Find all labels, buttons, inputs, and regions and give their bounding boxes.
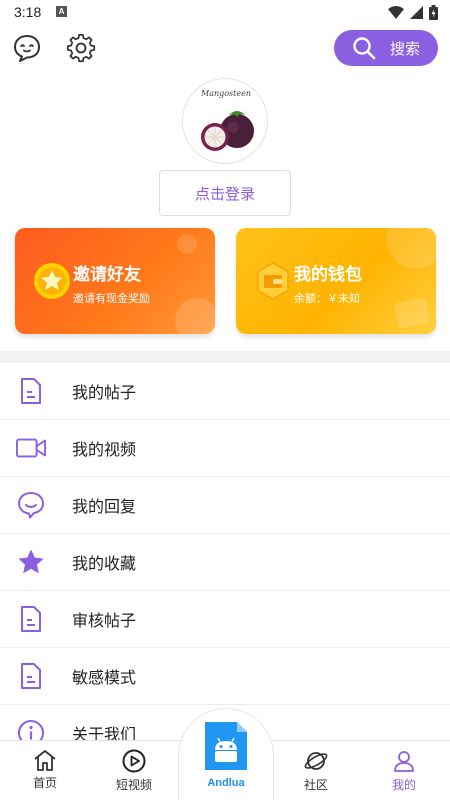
document-icon bbox=[16, 376, 46, 406]
search-label: 搜索 bbox=[390, 39, 421, 58]
menu-item-my-replies[interactable]: 我的回复 bbox=[0, 477, 450, 534]
card-decoration bbox=[386, 228, 436, 268]
home-icon bbox=[34, 750, 56, 771]
menu-item-label: 我的视频 bbox=[72, 440, 137, 459]
status-icons bbox=[388, 4, 438, 20]
status-time: 3:18 bbox=[14, 4, 42, 20]
menu-item-label: 敏感模式 bbox=[72, 668, 137, 687]
nav-label: 首页 bbox=[32, 776, 57, 790]
menu-list: 我的帖子 我的视频 我的回复 我的收藏 审核帖子 敏感模式 关于我们 bbox=[0, 363, 450, 762]
menu-item-label: 我的回复 bbox=[72, 497, 137, 516]
menu-item-my-favorites[interactable]: 我的收藏 bbox=[0, 534, 450, 591]
menu-item-review-posts[interactable]: 审核帖子 bbox=[0, 591, 450, 648]
signal-icon bbox=[410, 5, 423, 19]
nav-label: 短视频 bbox=[115, 778, 152, 792]
top-bar: 搜索 bbox=[0, 24, 450, 72]
menu-item-label: 我的收藏 bbox=[72, 554, 137, 573]
login-button[interactable]: 点击登录 bbox=[159, 170, 291, 216]
wallet-card[interactable]: 我的钱包 余额：￥未知 bbox=[236, 228, 436, 334]
battery-icon bbox=[429, 4, 438, 20]
wallet-card-balance: 余额：￥未知 bbox=[294, 292, 360, 305]
wallet-icon bbox=[257, 262, 289, 300]
card-decoration bbox=[175, 298, 215, 334]
avatar[interactable]: Mangosteen bbox=[182, 78, 268, 164]
invite-card-title: 邀请好友 bbox=[73, 265, 141, 285]
menu-item-label: 我的帖子 bbox=[72, 383, 137, 402]
nav-label: 我的 bbox=[391, 778, 416, 792]
menu-item-label: 审核帖子 bbox=[72, 611, 137, 630]
wallet-card-title: 我的钱包 bbox=[294, 265, 362, 285]
status-bar: 3:18 A bbox=[0, 0, 450, 24]
wifi-icon bbox=[388, 5, 404, 19]
play-circle-icon bbox=[122, 749, 146, 773]
nav-item-mine[interactable]: 我的 bbox=[364, 741, 444, 800]
notification-badge: A bbox=[56, 6, 67, 17]
nav-label-andlua[interactable]: Andlua bbox=[178, 777, 274, 789]
search-icon bbox=[353, 37, 376, 60]
card-decoration bbox=[393, 296, 431, 330]
menu-item-sensitive-mode[interactable]: 敏感模式 bbox=[0, 648, 450, 705]
user-icon bbox=[394, 751, 414, 772]
star-badge-icon bbox=[34, 263, 70, 299]
invite-card-subtitle: 邀请有现金奖励 bbox=[73, 292, 150, 305]
menu-item-my-posts[interactable]: 我的帖子 bbox=[0, 363, 450, 420]
gear-icon bbox=[66, 33, 96, 63]
mangosteen-logo bbox=[201, 111, 254, 151]
android-app-icon[interactable] bbox=[203, 720, 249, 772]
section-divider bbox=[0, 351, 450, 363]
chat-bubble-icon bbox=[16, 490, 46, 520]
nav-item-community[interactable]: 社区 bbox=[276, 741, 356, 800]
planet-icon bbox=[304, 752, 328, 770]
card-decoration bbox=[177, 234, 197, 254]
nav-label: 社区 bbox=[303, 778, 328, 792]
nav-item-short-video[interactable]: 短视频 bbox=[94, 741, 174, 800]
settings-button[interactable] bbox=[64, 31, 98, 65]
nav-item-home[interactable]: 首页 bbox=[5, 741, 85, 800]
chat-face-icon bbox=[14, 35, 40, 62]
video-camera-icon bbox=[16, 433, 46, 463]
star-icon bbox=[16, 547, 46, 577]
document-icon bbox=[16, 604, 46, 634]
search-button[interactable]: 搜索 bbox=[334, 30, 438, 66]
message-button[interactable] bbox=[10, 31, 44, 65]
invite-friends-card[interactable]: 邀请好友 邀请有现金奖励 bbox=[15, 228, 215, 334]
menu-item-my-videos[interactable]: 我的视频 bbox=[0, 420, 450, 477]
document-icon bbox=[16, 661, 46, 691]
